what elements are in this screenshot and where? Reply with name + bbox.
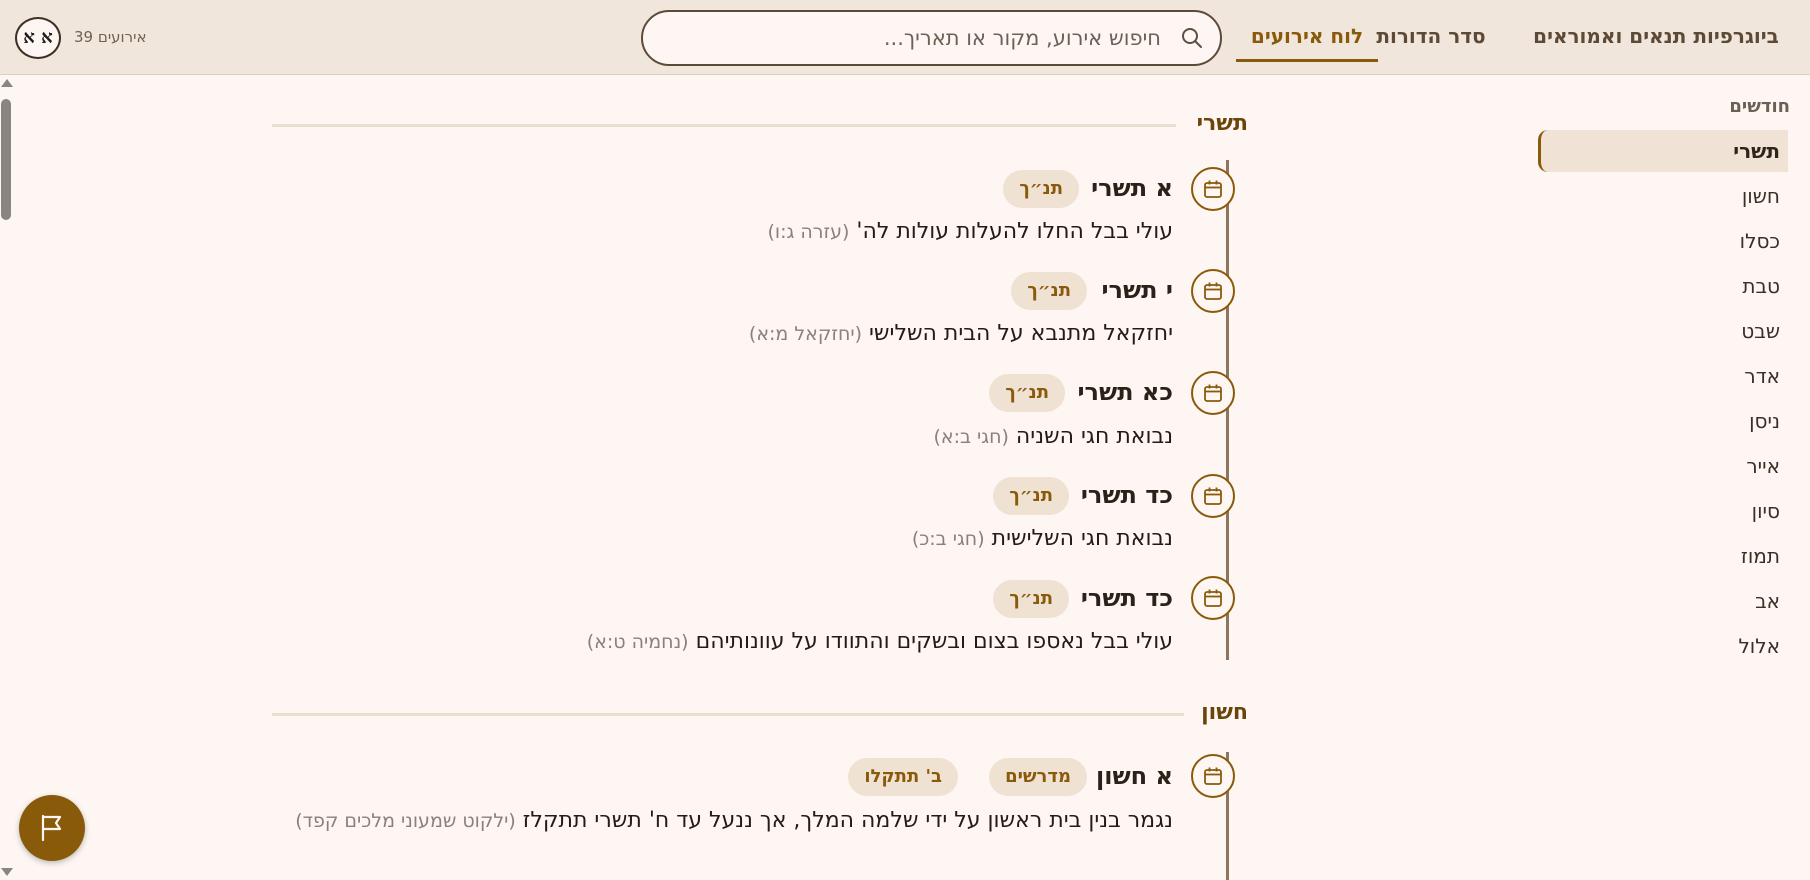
calendar-icon — [1191, 754, 1235, 798]
months-heading: חודשים — [1729, 96, 1790, 117]
sidebar-item-cheshvan[interactable]: חשון — [1538, 175, 1788, 217]
event-source: (ילקוט שמעוני מלכים קפד) — [295, 810, 516, 832]
event-source: (נחמיה ט:א) — [586, 631, 689, 653]
section-divider — [272, 124, 1176, 127]
sidebar-item-nisan[interactable]: ניסן — [1538, 400, 1788, 442]
event-date: כד תשרי — [1080, 584, 1173, 612]
calendar-icon — [1191, 474, 1235, 518]
event-source: (חגי ב:א) — [933, 426, 1009, 448]
scrollbar-thumb[interactable] — [1, 99, 11, 220]
event-description-text: עולי בבל החלו להעלות עולות לה' — [856, 219, 1173, 244]
calendar-icon — [1191, 371, 1235, 415]
sidebar-item-adar[interactable]: אדר — [1538, 355, 1788, 397]
search-input[interactable] — [661, 20, 1161, 56]
top-bar: ביוגרפיות תנאים ואמוראים סדר הדורות לוח … — [0, 0, 1810, 75]
sidebar-item-sivan[interactable]: סיון — [1538, 490, 1788, 532]
event-source: (חגי ב:כ) — [911, 528, 985, 550]
event-description: יחזקאל מתנבא על הבית השלישי (יחזקאל מ:א) — [273, 316, 1173, 352]
search-box[interactable] — [641, 10, 1222, 66]
event-description: עולי בבל נאספו בצום ובשקים והתוודו על עו… — [273, 624, 1173, 660]
event-date: י תשרי — [1101, 276, 1173, 304]
event-tag[interactable]: תנ״ך — [993, 580, 1069, 618]
event-description: נבואת חגי השלישית (חגי ב:כ) — [273, 521, 1173, 557]
event-date: כד תשרי — [1080, 481, 1173, 509]
event-tag[interactable]: תנ״ך — [1011, 272, 1087, 310]
sidebar-item-tishrei[interactable]: תשרי — [1538, 130, 1788, 172]
search-icon — [1180, 26, 1204, 50]
sidebar-item-av[interactable]: אב — [1538, 580, 1788, 622]
sidebar-item-tamuz[interactable]: תמוז — [1538, 535, 1788, 577]
event-description: נגמר בנין בית ראשון על ידי שלמה המלך, אך… — [293, 803, 1173, 839]
sidebar-item-tevet[interactable]: טבת — [1538, 265, 1788, 307]
event-tag[interactable]: תנ״ך — [1003, 170, 1079, 208]
calendar-icon — [1191, 576, 1235, 620]
scroll-up-arrow[interactable] — [1, 79, 13, 87]
sidebar-item-iyar[interactable]: אייר — [1538, 445, 1788, 487]
section-divider — [272, 713, 1184, 716]
tab-biographies[interactable]: ביוגרפיות תנאים ואמוראים — [1532, 16, 1780, 62]
event-tag[interactable]: מדרשים — [989, 758, 1087, 796]
events-count: 39 אירועים — [74, 28, 147, 46]
calendar-icon — [1191, 269, 1235, 313]
event-description: נבואת חגי השניה (חגי ב:א) — [273, 419, 1173, 455]
event-date: א תשרי — [1091, 174, 1173, 202]
report-flag-button[interactable] — [19, 795, 85, 861]
tab-seder-hadorot[interactable]: סדר הדורות — [1357, 16, 1505, 62]
event-tag[interactable]: תנ״ך — [989, 374, 1065, 412]
event-date: כא תשרי — [1077, 378, 1173, 406]
scroll-down-arrow[interactable] — [1, 868, 13, 876]
event-description-text: נבואת חגי השניה — [1015, 424, 1173, 449]
event-description-text: נבואת חגי השלישית — [991, 526, 1173, 551]
section-title-tishrei: תשרי — [1196, 111, 1248, 136]
event-description-text: יחזקאל מתנבא על הבית השלישי — [869, 321, 1173, 346]
event-tag[interactable]: ב' תתקלו — [848, 758, 958, 796]
flag-icon — [41, 814, 62, 842]
sidebar-item-elul[interactable]: אלול — [1538, 625, 1788, 667]
event-source: (יחזקאל מ:א) — [748, 323, 863, 345]
event-date: א חשון — [1096, 762, 1173, 790]
section-title-cheshvan: חשון — [1201, 700, 1248, 725]
event-source: (עזרה ג:ו) — [767, 221, 850, 243]
sidebar-item-shevat[interactable]: שבט — [1538, 310, 1788, 352]
calendar-icon — [1191, 167, 1235, 211]
event-description: עולי בבל החלו להעלות עולות לה' (עזרה ג:ו… — [273, 214, 1173, 250]
font-size-toggle-button[interactable]: א א — [15, 17, 61, 59]
sidebar-item-kislev[interactable]: כסלו — [1538, 220, 1788, 262]
event-tag[interactable]: תנ״ך — [993, 477, 1069, 515]
event-description-text: נגמר בנין בית ראשון על ידי שלמה המלך, אך… — [522, 808, 1173, 833]
event-description-text: עולי בבל נאספו בצום ובשקים והתוודו על עו… — [695, 629, 1173, 654]
tab-events-calendar[interactable]: לוח אירועים — [1236, 16, 1378, 62]
